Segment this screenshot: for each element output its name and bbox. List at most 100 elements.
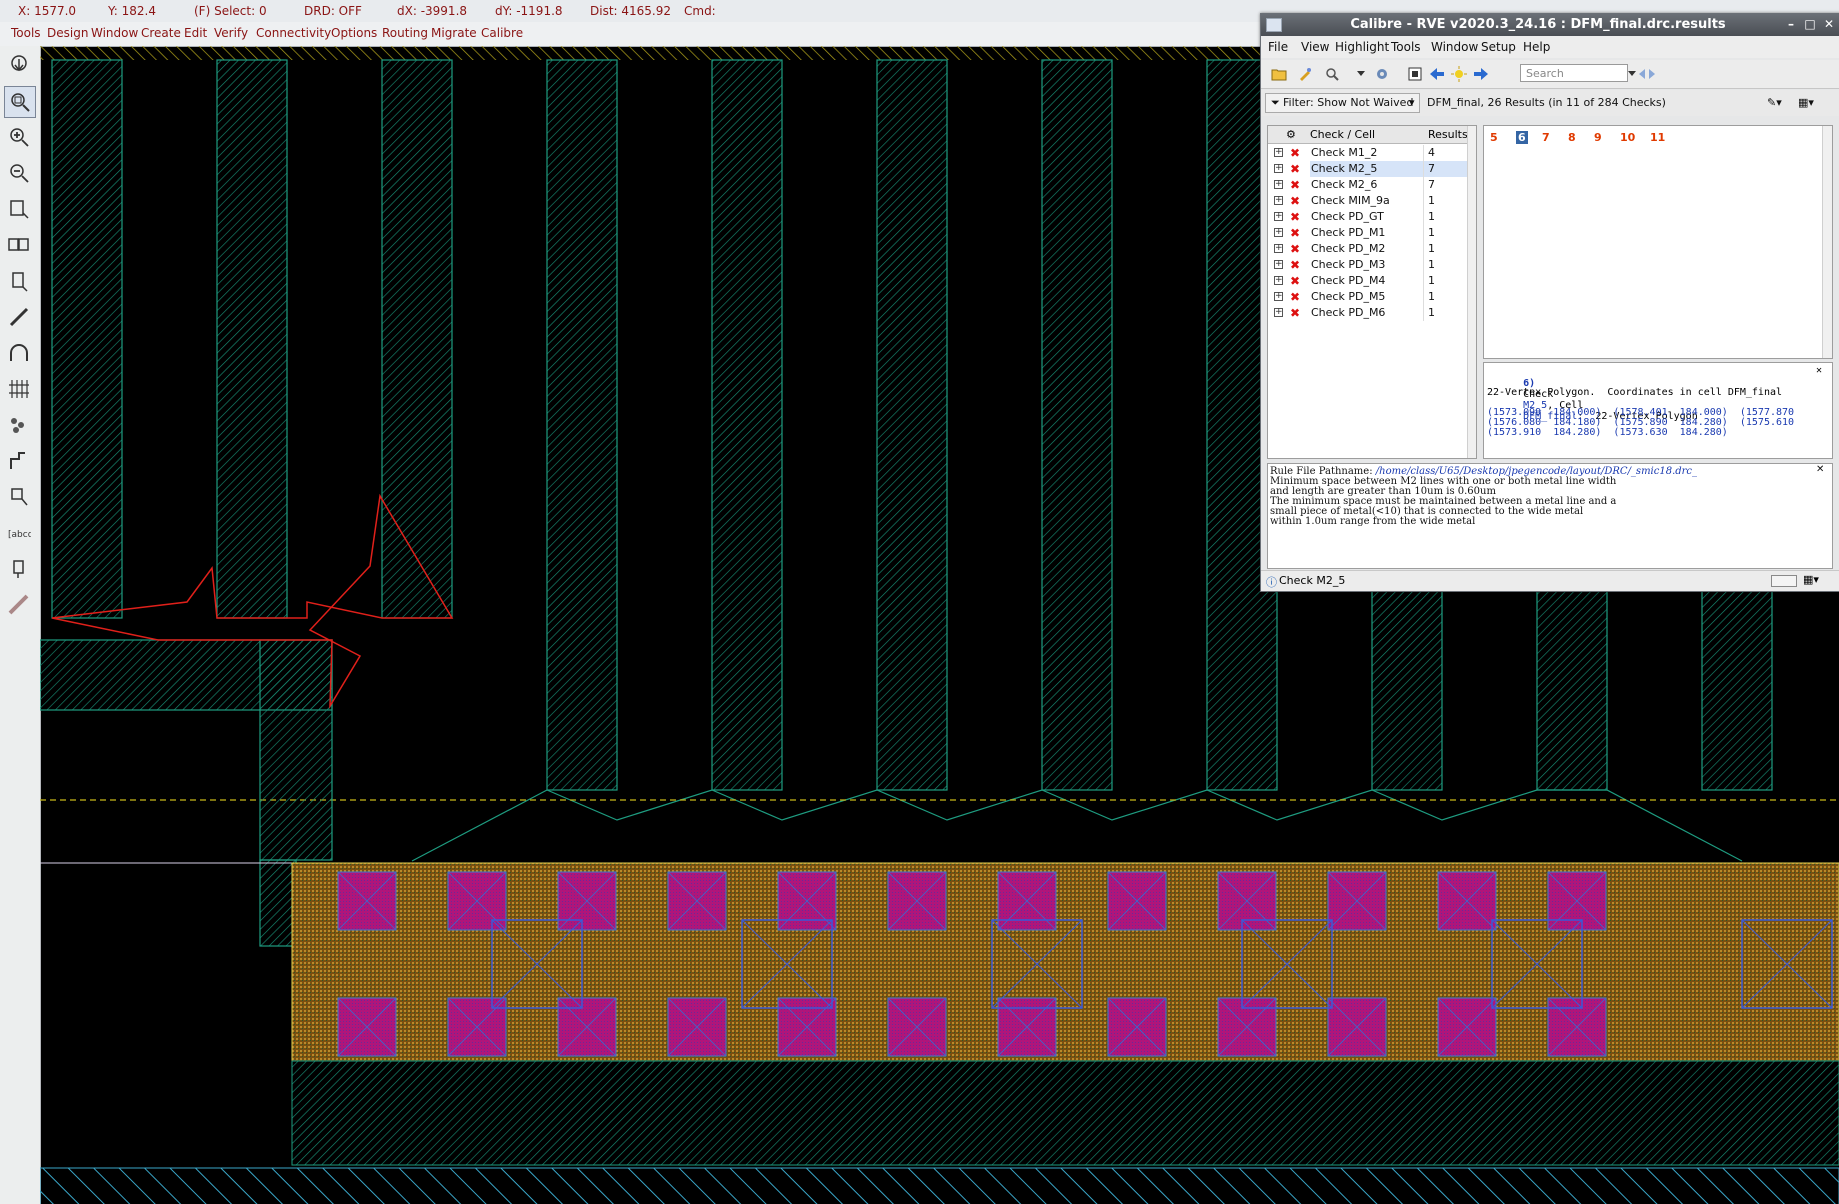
result-item[interactable]: 5 bbox=[1490, 131, 1498, 144]
path-tool-icon[interactable] bbox=[4, 266, 34, 296]
ruler-tool-icon[interactable] bbox=[4, 302, 34, 332]
rve-menu-tools[interactable]: Tools bbox=[1391, 40, 1421, 54]
menu-edit[interactable]: Edit bbox=[184, 26, 207, 40]
search-prev-icon[interactable] bbox=[1637, 64, 1647, 84]
select-tool-icon[interactable] bbox=[4, 50, 34, 80]
rve-menu-setup[interactable]: Setup bbox=[1481, 40, 1516, 54]
rectangle-tool-icon[interactable] bbox=[4, 194, 34, 224]
rve-window: Calibre - RVE v2020.3_24.16 : DFM_final.… bbox=[1260, 13, 1839, 592]
measure-tool-icon[interactable] bbox=[4, 590, 34, 620]
menu-verify[interactable]: Verify bbox=[214, 26, 248, 40]
menu-create[interactable]: Create bbox=[141, 26, 181, 40]
via-tool-icon[interactable] bbox=[4, 410, 34, 440]
open-folder-icon[interactable] bbox=[1269, 64, 1289, 84]
array-tool-icon[interactable] bbox=[4, 374, 34, 404]
rule-close-icon[interactable]: ✕ bbox=[1816, 464, 1824, 475]
menu-connectivity[interactable]: Connectivity bbox=[256, 26, 331, 40]
zoom-results-icon[interactable] bbox=[1323, 64, 1343, 84]
check-name: Check PD_M1 bbox=[1311, 226, 1386, 239]
results-scrollbar[interactable] bbox=[1822, 126, 1832, 358]
menu-tools[interactable]: Tools bbox=[11, 26, 41, 40]
result-item[interactable]: 8 bbox=[1568, 131, 1576, 144]
expand-icon[interactable]: + bbox=[1274, 244, 1283, 253]
rve-menu-view[interactable]: View bbox=[1301, 40, 1329, 54]
corner-tool-icon[interactable] bbox=[4, 482, 34, 512]
maximize-icon[interactable]: □ bbox=[1802, 16, 1818, 32]
checks-scrollbar[interactable] bbox=[1467, 126, 1476, 458]
search-input[interactable]: Search bbox=[1520, 64, 1628, 82]
result-item[interactable]: 11 bbox=[1650, 131, 1665, 144]
pencil-icon[interactable]: ✎▾ bbox=[1767, 96, 1782, 109]
expand-icon[interactable]: + bbox=[1274, 180, 1283, 189]
label-tool-icon[interactable]: [abcd] bbox=[4, 518, 34, 548]
check-row[interactable]: + ✖ Check M2_5 7 bbox=[1268, 161, 1473, 177]
rve-menu-highlight[interactable]: Highlight bbox=[1335, 40, 1389, 54]
zoom-out-icon[interactable] bbox=[4, 158, 34, 188]
expand-icon[interactable]: + bbox=[1274, 276, 1283, 285]
check-row[interactable]: + ✖ Check PD_M3 1 bbox=[1268, 257, 1468, 273]
expand-icon[interactable]: + bbox=[1274, 228, 1283, 237]
result-item-selected[interactable]: 6 bbox=[1516, 131, 1528, 144]
menu-options[interactable]: Options bbox=[331, 26, 377, 40]
header-check-cell[interactable]: Check / Cell bbox=[1310, 128, 1375, 141]
expand-icon[interactable]: + bbox=[1274, 148, 1283, 157]
arc-tool-icon[interactable] bbox=[4, 338, 34, 368]
check-row[interactable]: + ✖ Check PD_M6 1 bbox=[1268, 305, 1468, 321]
pin-tool-icon[interactable] bbox=[4, 554, 34, 584]
expand-icon[interactable]: + bbox=[1274, 164, 1283, 173]
polygon-tool-icon[interactable] bbox=[4, 230, 34, 260]
settings-gear-icon[interactable] bbox=[1372, 64, 1392, 84]
results-summary: DFM_final, 26 Results (in 11 of 284 Chec… bbox=[1427, 96, 1666, 109]
check-row[interactable]: + ✖ Check PD_M5 1 bbox=[1268, 289, 1468, 305]
search-dropdown-icon[interactable] bbox=[1627, 64, 1637, 84]
rve-menu-help[interactable]: Help bbox=[1523, 40, 1550, 54]
close-icon[interactable]: ✕ bbox=[1821, 16, 1837, 32]
rve-menu-file[interactable]: File bbox=[1268, 40, 1288, 54]
highlight-icon[interactable] bbox=[1295, 64, 1315, 84]
expand-icon[interactable]: + bbox=[1274, 308, 1283, 317]
check-row[interactable]: + ✖ Check PD_M1 1 bbox=[1268, 225, 1468, 241]
zoom-in-icon[interactable] bbox=[4, 122, 34, 152]
menu-design[interactable]: Design bbox=[47, 26, 88, 40]
checks-tree[interactable]: ⚙ Check / Cell Results + ✖ Check M1_2 4 + ✖ Ch… bbox=[1267, 125, 1477, 459]
command-line[interactable]: Cmd: bbox=[684, 4, 716, 18]
next-result-icon[interactable] bbox=[1471, 64, 1491, 84]
result-item[interactable]: 9 bbox=[1594, 131, 1602, 144]
menu-calibre[interactable]: Calibre bbox=[481, 26, 523, 40]
menu-migrate[interactable]: Migrate bbox=[431, 26, 477, 40]
distance-readout: Dist: 4165.92 bbox=[590, 4, 672, 18]
rve-status-bar: ⓘ Check M2_5 ▦▾ bbox=[1261, 570, 1839, 591]
coordinate-line[interactable]: (1573.910 184.280) (1573.630 184.280) bbox=[1487, 427, 1728, 438]
check-row[interactable]: + ✖ Check PD_M2 1 bbox=[1268, 241, 1468, 257]
layout-grid-icon[interactable]: ▦▾ bbox=[1798, 96, 1814, 109]
search-next-icon[interactable] bbox=[1647, 64, 1657, 84]
menu-window[interactable]: Window bbox=[91, 26, 138, 40]
check-row[interactable]: + ✖ Check M1_2 4 bbox=[1268, 145, 1468, 161]
zoom-fit-icon[interactable] bbox=[4, 86, 36, 118]
sun-highlight-icon[interactable] bbox=[1449, 64, 1469, 84]
rve-menu-window[interactable]: Window bbox=[1431, 40, 1478, 54]
route-tool-icon[interactable] bbox=[4, 446, 34, 476]
check-row[interactable]: + ✖ Check M2_6 7 bbox=[1268, 177, 1468, 193]
check-row[interactable]: + ✖ Check PD_M4 1 bbox=[1268, 273, 1468, 289]
show-all-icon[interactable] bbox=[1405, 64, 1425, 84]
check-row[interactable]: + ✖ Check PD_GT 1 bbox=[1268, 209, 1468, 225]
rve-title-bar[interactable]: Calibre - RVE v2020.3_24.16 : DFM_final.… bbox=[1261, 14, 1839, 36]
header-results[interactable]: Results bbox=[1428, 128, 1468, 141]
results-list[interactable]: 5 6 7 8 9 10 11 bbox=[1483, 125, 1833, 359]
error-x-icon: ✖ bbox=[1290, 242, 1301, 256]
previous-result-icon[interactable] bbox=[1427, 64, 1447, 84]
menu-routing[interactable]: Routing bbox=[382, 26, 428, 40]
dropdown-arrow-icon[interactable] bbox=[1351, 64, 1371, 84]
minimize-icon[interactable]: – bbox=[1783, 16, 1799, 32]
result-item[interactable]: 7 bbox=[1542, 131, 1550, 144]
result-item[interactable]: 10 bbox=[1620, 131, 1635, 144]
expand-icon[interactable]: + bbox=[1274, 212, 1283, 221]
expand-icon[interactable]: + bbox=[1274, 196, 1283, 205]
expand-icon[interactable]: + bbox=[1274, 260, 1283, 269]
error-x-icon: ✖ bbox=[1290, 290, 1301, 304]
check-row[interactable]: + ✖ Check MIM_9a 1 bbox=[1268, 193, 1468, 209]
detail-close-icon[interactable]: ✕ bbox=[1816, 365, 1822, 376]
status-options-icon[interactable]: ▦▾ bbox=[1803, 573, 1819, 586]
expand-icon[interactable]: + bbox=[1274, 292, 1283, 301]
